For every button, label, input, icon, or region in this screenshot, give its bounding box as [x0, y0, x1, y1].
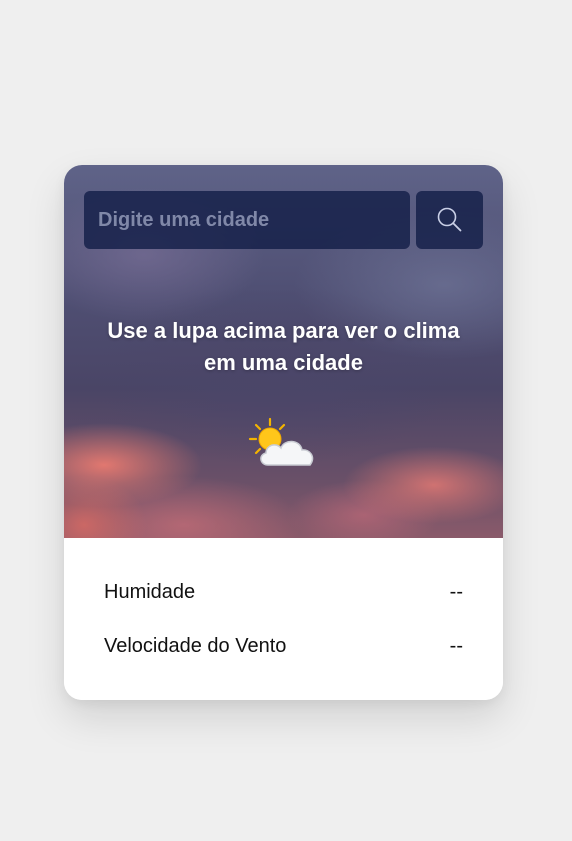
humidity-row: Humidade -- — [104, 577, 463, 607]
humidity-value: -- — [449, 580, 463, 603]
wind-speed-label: Velocidade do Vento — [104, 634, 287, 657]
weather-message: Use a lupa acima para ver o clima em uma… — [107, 318, 460, 375]
search-bar — [84, 191, 483, 249]
city-search-input[interactable] — [84, 191, 410, 249]
humidity-label: Humidade — [104, 580, 196, 603]
weather-details: Humidade -- Velocidade do Vento -- — [64, 538, 503, 700]
wind-speed-value: -- — [449, 634, 463, 657]
wind-speed-row: Velocidade do Vento -- — [104, 631, 463, 661]
sun-behind-cloud-icon — [248, 417, 314, 466]
search-button[interactable] — [416, 191, 483, 249]
weather-card: Use a lupa acima para ver o clima em uma… — [64, 165, 503, 700]
sky-background: Use a lupa acima para ver o clima em uma… — [64, 165, 503, 538]
search-icon — [437, 207, 461, 232]
